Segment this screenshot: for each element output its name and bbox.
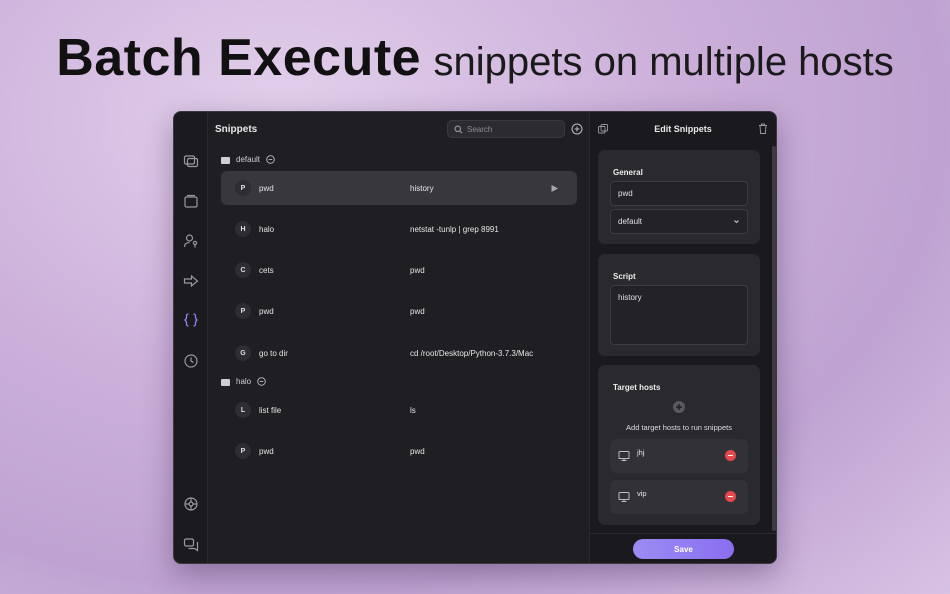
- snippet-command: netstat -tunlp | grep 8991: [410, 224, 499, 234]
- snippet-initial: P: [235, 303, 251, 319]
- add-host-button[interactable]: [673, 401, 685, 413]
- vault-icon[interactable]: [183, 193, 199, 209]
- plus-circle-icon: [571, 123, 583, 135]
- snippet-initial: P: [235, 180, 251, 196]
- add-snippet-button[interactable]: [571, 123, 583, 135]
- remove-host-button[interactable]: [725, 450, 736, 461]
- host-row: jhj: [610, 439, 748, 473]
- group-header-default[interactable]: default: [221, 155, 275, 164]
- snippet-command: ls: [410, 405, 416, 415]
- history-icon[interactable]: [183, 353, 199, 369]
- plus-icon: [676, 404, 682, 410]
- snippet-name: halo: [259, 224, 275, 234]
- trash-icon[interactable]: [758, 123, 768, 134]
- snippet-name: pwd: [259, 446, 274, 456]
- group-select-value: default: [618, 217, 643, 226]
- port-forward-icon[interactable]: [183, 273, 199, 289]
- folder-icon: [221, 378, 230, 386]
- snippet-initial: G: [235, 345, 251, 361]
- group-name: default: [236, 155, 261, 164]
- general-label: General: [613, 168, 643, 177]
- edit-title: Edit Snippets: [654, 124, 712, 134]
- scrollbar[interactable]: [772, 146, 776, 531]
- snippet-command: pwd: [410, 446, 425, 456]
- search-box[interactable]: [447, 120, 565, 138]
- chevron-down-icon: [734, 220, 739, 224]
- snippet-row[interactable]: L list file ls: [221, 393, 577, 427]
- script-card: Script history: [598, 254, 760, 356]
- edit-footer: Save: [590, 533, 776, 563]
- save-button[interactable]: Save: [633, 539, 734, 559]
- target-hosts-label: Target hosts: [613, 383, 661, 392]
- snippet-name-field[interactable]: pwd: [610, 181, 748, 206]
- search-icon: [454, 125, 463, 133]
- target-hosts-card: Target hosts Add target hosts to run sni…: [598, 365, 760, 525]
- monitor-icon: [618, 492, 630, 502]
- snippet-name: pwd: [259, 306, 274, 316]
- snippet-name: cets: [259, 265, 274, 275]
- settings-icon[interactable]: [183, 496, 199, 512]
- snippet-initial: P: [235, 443, 251, 459]
- snippet-command: cd /root/Desktop/Python-3.7.3/Mac: [410, 348, 534, 358]
- group-header-halo[interactable]: halo: [221, 377, 266, 386]
- add-hosts-hint: Add target hosts to run snippets: [626, 423, 732, 432]
- terminals-icon[interactable]: [183, 153, 199, 169]
- headline-light: snippets on multiple hosts: [433, 40, 894, 84]
- group-name: halo: [236, 377, 252, 386]
- host-row: vip: [610, 480, 748, 514]
- host-name: vip: [637, 489, 647, 498]
- group-select[interactable]: default: [610, 209, 748, 234]
- headline-bold: Batch Execute: [56, 29, 422, 87]
- script-label: Script: [613, 272, 636, 281]
- snippet-initial: L: [235, 402, 251, 418]
- list-title: Snippets: [215, 124, 258, 135]
- monitor-icon: [618, 451, 630, 461]
- snippet-row[interactable]: P pwd pwd: [221, 294, 577, 328]
- user-key-icon[interactable]: [183, 233, 199, 249]
- script-editor[interactable]: history: [610, 285, 748, 345]
- snippet-list-pane: Snippets default P pwd history H halo ne…: [208, 112, 589, 563]
- snippet-initial: H: [235, 221, 251, 237]
- snippet-row[interactable]: P pwd pwd: [221, 434, 577, 468]
- snippet-row[interactable]: H halo netstat -tunlp | grep 8991: [221, 212, 577, 246]
- snippet-name: go to dir: [259, 348, 288, 358]
- snippet-command: pwd: [410, 306, 425, 316]
- snippet-row[interactable]: C cets pwd: [221, 253, 577, 287]
- folder-icon: [221, 156, 230, 164]
- sidebar-rail: [174, 112, 208, 563]
- headline: Batch Execute snippets on multiple hosts: [0, 28, 950, 88]
- snippet-name: pwd: [259, 183, 274, 193]
- remove-host-button[interactable]: [725, 491, 736, 502]
- host-name: jhj: [637, 448, 645, 457]
- search-input[interactable]: [467, 124, 562, 134]
- snippet-row[interactable]: G go to dir cd /root/Desktop/Python-3.7.…: [221, 336, 577, 370]
- snippet-command: pwd: [410, 265, 425, 275]
- collapse-icon[interactable]: [266, 155, 275, 164]
- chat-icon[interactable]: [183, 536, 199, 552]
- general-card: General pwd default: [598, 150, 760, 244]
- collapse-icon[interactable]: [257, 377, 266, 386]
- app-window: Snippets default P pwd history H halo ne…: [173, 111, 777, 564]
- snippets-icon[interactable]: [183, 312, 199, 328]
- snippet-name: list file: [259, 405, 282, 415]
- snippet-initial: C: [235, 262, 251, 278]
- run-icon[interactable]: [550, 184, 559, 193]
- snippet-command: history: [410, 183, 434, 193]
- snippet-row[interactable]: P pwd history: [221, 171, 577, 205]
- edit-snippet-pane: Edit Snippets General pwd default Script…: [589, 112, 776, 563]
